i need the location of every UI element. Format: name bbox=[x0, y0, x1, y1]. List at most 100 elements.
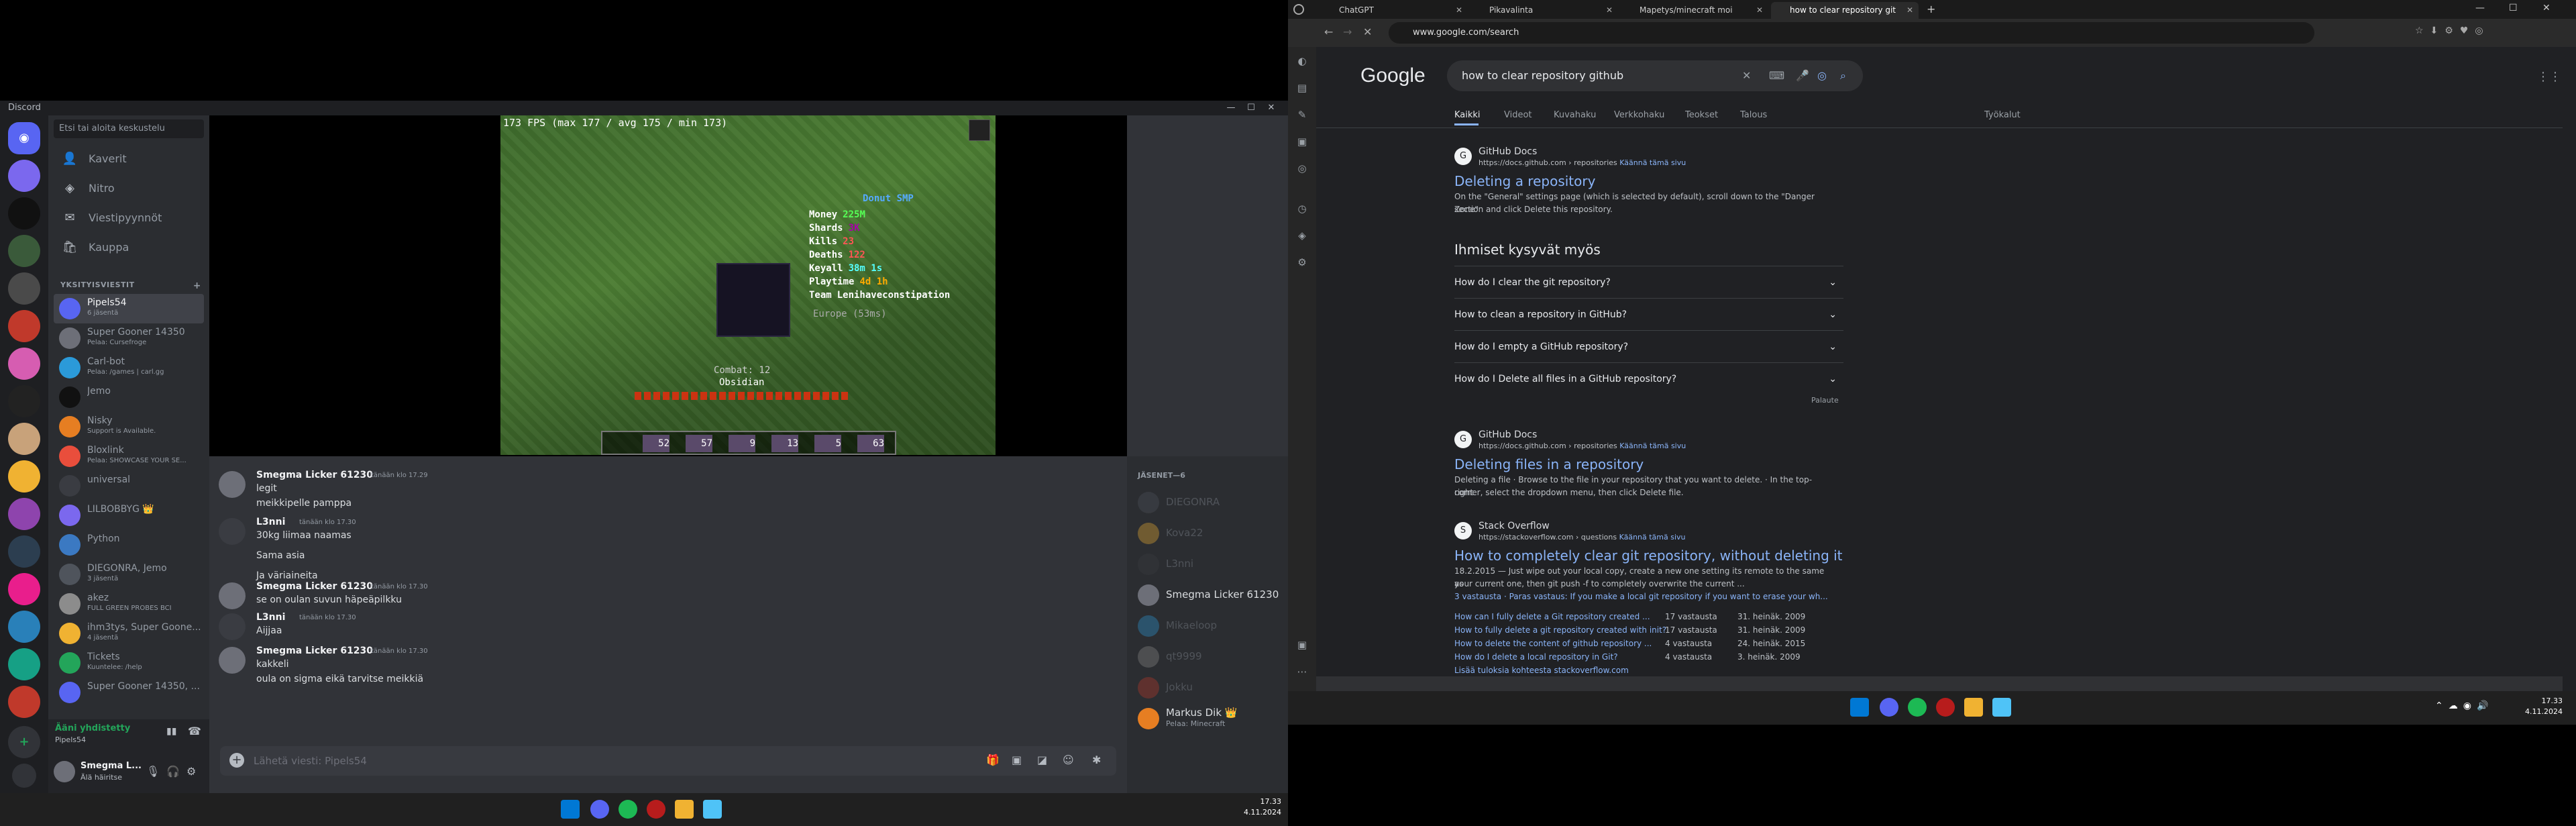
spotify-taskbar-icon[interactable] bbox=[1908, 698, 1927, 717]
paa-question[interactable]: How to clean a repository in GitHub? ⌄ bbox=[1454, 298, 1843, 330]
file-explorer-icon[interactable] bbox=[675, 800, 694, 819]
stream-viewer[interactable]: 173 FPS (max 177 / avg 175 / min 173) Do… bbox=[209, 115, 1127, 456]
app-taskbar-icon[interactable] bbox=[1992, 698, 2011, 717]
new-dm-icon[interactable]: + bbox=[193, 280, 201, 291]
server-icon[interactable] bbox=[8, 573, 40, 605]
search-input[interactable]: how to clear repository github ✕ ⌨ 🎤 ◎ ⌕ bbox=[1447, 60, 1863, 91]
games-icon[interactable]: ◐ bbox=[1295, 54, 1309, 68]
microphone-icon[interactable]: 🎤 bbox=[1796, 60, 1809, 91]
game-screen[interactable]: 173 FPS (max 177 / avg 175 / min 173) Do… bbox=[500, 115, 996, 455]
new-tab-icon[interactable]: + bbox=[1927, 3, 1935, 15]
member-item[interactable]: Smegma Licker 61230 bbox=[1132, 581, 1283, 609]
chevron-down-icon[interactable]: ⌄ bbox=[1829, 363, 1837, 395]
server-icon[interactable] bbox=[8, 272, 40, 305]
apps-icon[interactable]: ✱ bbox=[1092, 754, 1101, 766]
member-item[interactable]: qt9999 bbox=[1132, 643, 1283, 671]
search-icon[interactable]: ⌕ bbox=[1840, 60, 1846, 91]
translate-link[interactable]: Käännä tämä sivu bbox=[1619, 533, 1686, 541]
opera-taskbar-icon[interactable] bbox=[647, 800, 665, 819]
nav-shop[interactable]: 🛍 Kauppa bbox=[54, 234, 204, 262]
dm-item[interactable]: Pipels54 6 jäsentä bbox=[54, 294, 204, 323]
dm-item[interactable]: Nisky Support is Available. bbox=[54, 412, 204, 442]
dm-item[interactable]: Super Gooner 14350 Pelaa: Cursefroge bbox=[54, 323, 204, 353]
avatar[interactable] bbox=[219, 613, 246, 640]
search-tab[interactable]: Videot bbox=[1504, 110, 1532, 120]
nav-nitro[interactable]: ◈ Nitro bbox=[54, 174, 204, 203]
server-icon[interactable] bbox=[8, 498, 40, 530]
message-author[interactable]: Smegma Licker 61230 bbox=[256, 581, 373, 592]
result-source[interactable]: GitHub Docs bbox=[1479, 146, 1537, 157]
stop-icon[interactable]: ✕ bbox=[1363, 25, 1372, 38]
chevron-down-icon[interactable]: ⌄ bbox=[1829, 299, 1837, 331]
message-composer[interactable]: + Lähetä viesti: Pipels54 🎁 ▣ ◪ ☺ ✱ bbox=[220, 746, 1116, 776]
headphones-icon[interactable]: 🎧 bbox=[166, 765, 180, 778]
history-icon[interactable]: ◷ bbox=[1295, 201, 1309, 216]
dm-item[interactable]: Python bbox=[54, 530, 204, 560]
result-source[interactable]: GitHub Docs bbox=[1479, 429, 1537, 440]
paa-question[interactable]: How do I Delete all files in a GitHub re… bbox=[1454, 362, 1843, 395]
result-title[interactable]: Deleting files in a repository bbox=[1454, 456, 1644, 472]
disconnect-icon[interactable]: ☎ bbox=[188, 725, 201, 737]
attach-plus-icon[interactable]: + bbox=[229, 753, 244, 768]
message-author[interactable]: L3nni bbox=[256, 612, 285, 623]
result-url[interactable]: https://docs.github.com › repositories K… bbox=[1479, 442, 1686, 450]
toolbar-icons[interactable]: ☆⬇⚙♥◎ bbox=[2415, 25, 2490, 36]
member-item[interactable]: L3nni bbox=[1132, 550, 1283, 578]
minimize-button[interactable]: — bbox=[2475, 3, 2485, 13]
avatar[interactable] bbox=[219, 471, 246, 498]
server-icon[interactable] bbox=[8, 160, 40, 192]
search-tab[interactable]: Verkkohaku bbox=[1614, 110, 1664, 120]
dm-item[interactable]: akez FULL GREEN PROBES BCI bbox=[54, 589, 204, 619]
dm-item[interactable]: LILBOBBYG 👑 bbox=[54, 501, 204, 530]
dm-item[interactable]: Tickets Kuuntelee: /help bbox=[54, 648, 204, 678]
spotify-taskbar-icon[interactable] bbox=[619, 800, 637, 819]
sublink-question[interactable]: How do I delete a local repository in Gi… bbox=[1454, 652, 1618, 662]
emoji-icon[interactable]: ☺ bbox=[1063, 754, 1074, 766]
search-tab[interactable]: Kuvahaku bbox=[1554, 110, 1596, 120]
clock-time[interactable]: 17.33 bbox=[1241, 797, 1282, 806]
forward-icon[interactable]: → bbox=[1343, 25, 1352, 38]
collections-icon[interactable]: ▤ bbox=[1295, 81, 1309, 95]
dm-item[interactable]: Super Gooner 14350, ... bbox=[54, 678, 204, 707]
dm-search-input[interactable]: Etsi tai aloita keskustelu bbox=[54, 119, 204, 138]
message-author[interactable]: L3nni bbox=[256, 517, 285, 527]
address-bar[interactable]: www.google.com/search bbox=[1389, 22, 2314, 44]
member-item[interactable]: Markus Dik 👑 Pelaa: Minecraft bbox=[1132, 705, 1283, 733]
tab-active[interactable]: how to clear repository git ✕ bbox=[1771, 2, 1919, 19]
maximize-button[interactable]: ☐ bbox=[1241, 101, 1261, 115]
server-icon[interactable] bbox=[8, 648, 40, 680]
message-author[interactable]: Smegma Licker 61230 bbox=[256, 470, 373, 480]
settings-gear-icon[interactable]: ⚙ bbox=[186, 765, 196, 778]
profile-icon[interactable] bbox=[1293, 4, 1304, 15]
apps-grid-icon[interactable]: ⋮⋮ bbox=[2537, 70, 2561, 84]
tools-icon[interactable]: ✎ bbox=[1295, 107, 1309, 122]
windows-start-icon[interactable] bbox=[561, 800, 580, 819]
gif-icon[interactable]: ▣ bbox=[1012, 754, 1022, 766]
server-icon[interactable] bbox=[8, 686, 40, 718]
back-icon[interactable]: ← bbox=[1324, 25, 1333, 38]
close-tab-icon[interactable]: ✕ bbox=[1606, 2, 1613, 19]
avatar[interactable] bbox=[219, 647, 246, 674]
tab[interactable]: Pikavalinta ✕ bbox=[1470, 2, 1618, 19]
server-icon[interactable] bbox=[8, 423, 40, 455]
nav-friends[interactable]: 👤 Kaverit bbox=[54, 145, 204, 173]
result-url[interactable]: https://stackoverflow.com › questions Kä… bbox=[1479, 533, 1686, 541]
tab[interactable]: Mapetys/minecraft moi ✕ bbox=[1621, 2, 1768, 19]
compass-icon[interactable]: ◎ bbox=[1295, 161, 1309, 176]
dm-item[interactable]: ihm3tys, Super Goone... 4 jäsentä bbox=[54, 619, 204, 648]
nav-message-requests[interactable]: ✉ Viestipyynnöt bbox=[54, 204, 204, 232]
voice-channel[interactable]: Pipels54 bbox=[55, 735, 86, 744]
extensions-icon[interactable]: ◈ bbox=[1295, 228, 1309, 243]
member-item[interactable]: DIEGONRA bbox=[1132, 488, 1283, 517]
discord-taskbar-icon[interactable] bbox=[1880, 698, 1898, 717]
shopping-icon[interactable]: ▣ bbox=[1295, 134, 1309, 149]
member-item[interactable]: Jokku bbox=[1132, 674, 1283, 702]
more-icon[interactable]: ⋯ bbox=[1295, 664, 1309, 679]
gift-icon[interactable]: 🎁 bbox=[986, 754, 1000, 766]
download-icon[interactable] bbox=[12, 764, 36, 788]
screenshot-icon[interactable]: ▣ bbox=[1295, 637, 1309, 652]
result-url[interactable]: https://docs.github.com › repositories K… bbox=[1479, 158, 1686, 167]
server-icon[interactable] bbox=[8, 535, 40, 568]
server-icon[interactable] bbox=[8, 235, 40, 267]
chevron-down-icon[interactable]: ⌄ bbox=[1829, 266, 1837, 299]
